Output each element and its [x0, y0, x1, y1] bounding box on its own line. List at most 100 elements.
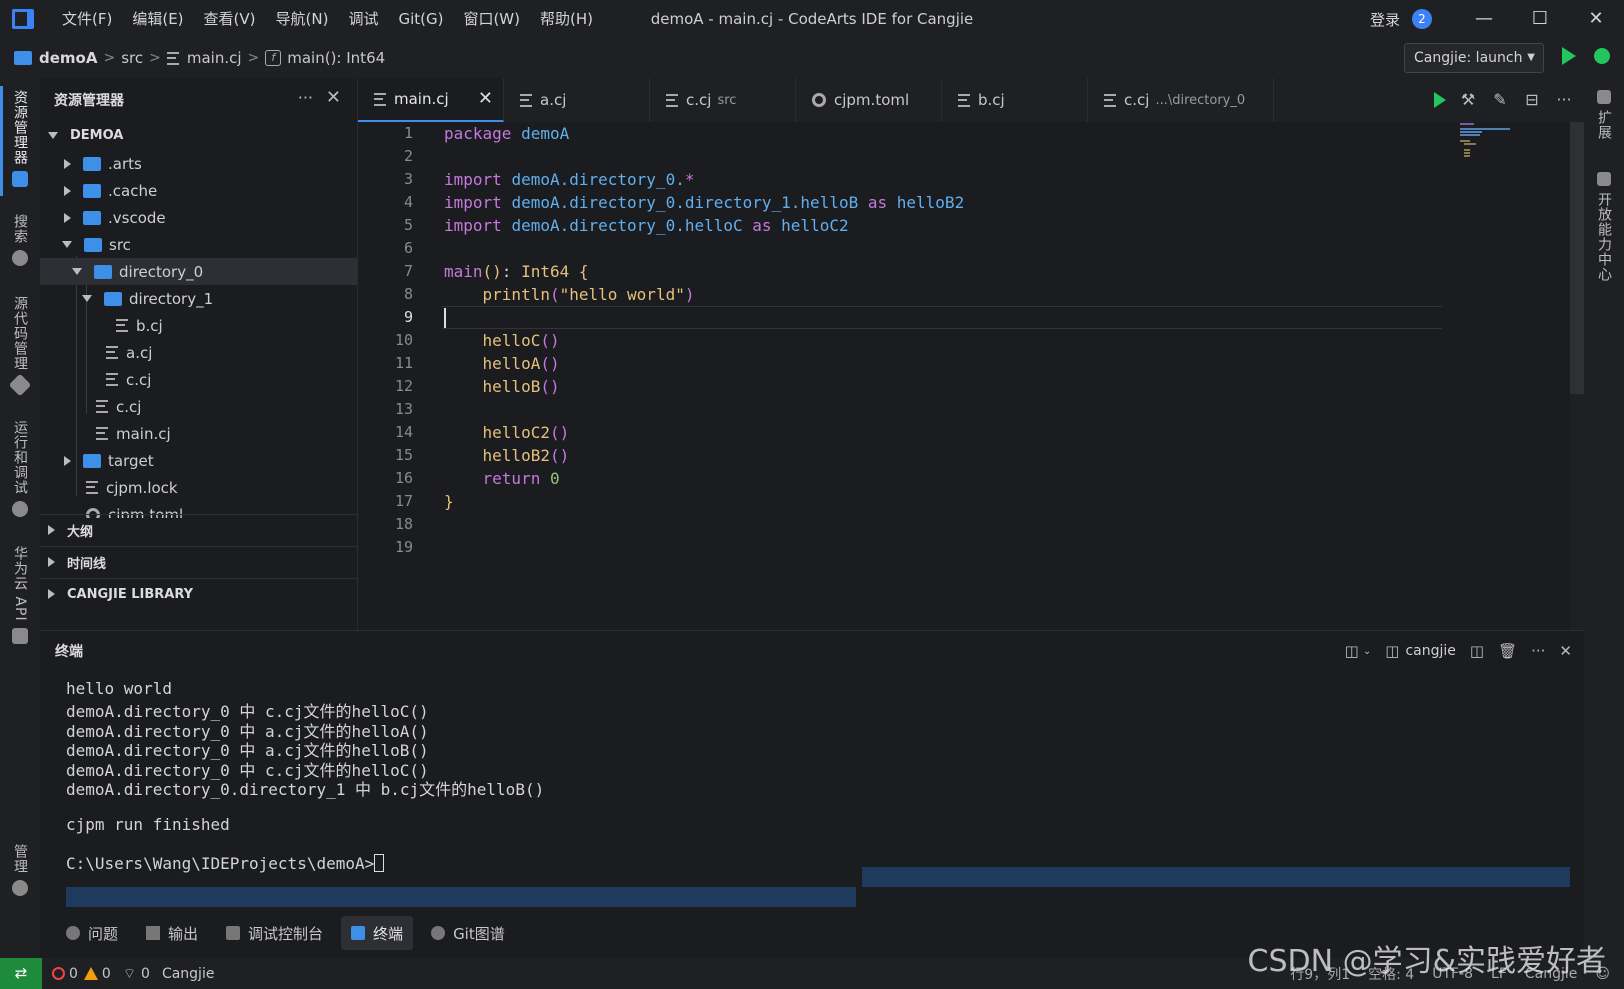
folder-open-icon	[94, 264, 112, 279]
line-number: 2	[403, 147, 413, 165]
problems-status[interactable]: 0 0	[52, 966, 111, 982]
breadcrumb-file[interactable]: main.cj	[166, 49, 242, 67]
close-tab-icon[interactable]: ✕	[478, 88, 493, 109]
tab-a-cj[interactable]: a.cj	[504, 78, 650, 122]
menu-debug[interactable]: 调试	[338, 0, 388, 38]
menu-view[interactable]: 查看(V)	[194, 0, 266, 38]
remote-icon[interactable]: ⇄	[0, 958, 42, 989]
tree-item-src[interactable]: src	[40, 231, 357, 258]
current-line-highlight	[442, 306, 1442, 329]
file-icon	[520, 93, 532, 107]
function-icon: f	[265, 50, 282, 66]
more-actions-icon[interactable]: ···	[1554, 91, 1574, 109]
tree-item-vscode[interactable]: .vscode	[40, 204, 357, 231]
line-number: 17	[394, 492, 413, 510]
tree-item-label: target	[108, 451, 154, 470]
tree-item-arts[interactable]: .arts	[40, 150, 357, 177]
terminal-output[interactable]: hello world demoA.directory_0 中 c.cj文件的h…	[66, 679, 1566, 909]
more-actions-icon[interactable]: ···	[298, 88, 313, 107]
code-editor[interactable]: 1 2 3 4 5 6 7 8 9 10 11 12 13 14 15 16 17 18 19 package de…	[358, 122, 1584, 630]
menu-edit[interactable]: 编辑(E)	[122, 0, 193, 38]
sidebar-header: 资源管理器 ··· ✕	[40, 78, 357, 122]
activity-huawei-api[interactable]: 华为云 API	[0, 546, 40, 644]
tree-item-c-cj[interactable]: c.cj	[40, 366, 357, 393]
activity-dev-center[interactable]: 开放能力中心	[1584, 172, 1624, 282]
menu-git[interactable]: Git(G)	[388, 0, 453, 38]
menu-navigate[interactable]: 导航(N)	[266, 0, 339, 38]
section-cangjie-library[interactable]: CANGJIE LIBRARY	[40, 578, 358, 609]
tree-item-label: .vscode	[108, 208, 166, 227]
editor-scrollbar[interactable]	[1570, 122, 1584, 630]
activity-scm[interactable]: 源代码管理	[0, 296, 40, 397]
code-line: helloB2()	[482, 446, 570, 465]
minimize-button[interactable]: —	[1456, 0, 1512, 38]
tree-item-main-cj[interactable]: main.cj	[40, 420, 357, 447]
section-outline[interactable]: 大纲	[40, 514, 358, 545]
tab-debug-console[interactable]: 调试控制台	[216, 916, 333, 950]
file-icon	[86, 481, 98, 494]
tab-sublabel: src	[717, 92, 737, 108]
split-editor-icon[interactable]: ⊟	[1522, 91, 1542, 109]
notification-badge[interactable]: 2	[1412, 9, 1432, 29]
ports-status[interactable]: ⌔ 0	[123, 965, 150, 983]
file-icon	[1104, 93, 1116, 107]
debug-icon[interactable]	[1594, 48, 1610, 64]
menu-help[interactable]: 帮助(H)	[530, 0, 603, 38]
editor-scrollbar-thumb[interactable]	[1570, 122, 1584, 394]
trash-icon[interactable]: 🗑	[1498, 642, 1517, 660]
breadcrumb-src[interactable]: src	[121, 49, 143, 67]
tab-git-graph[interactable]: Git图谱	[421, 916, 515, 950]
tab-output[interactable]: 输出	[136, 916, 208, 950]
tab-c-cj-directory-0[interactable]: c.cj ...\directory_0	[1088, 78, 1274, 122]
close-window-button[interactable]: ✕	[1568, 0, 1624, 38]
activity-manage[interactable]: 管理	[0, 844, 40, 896]
menu-window[interactable]: 窗口(W)	[453, 0, 530, 38]
menu-file[interactable]: 文件(F)	[52, 0, 122, 38]
language-status[interactable]: Cangjie	[162, 966, 215, 982]
tab-problems[interactable]: 问题	[56, 916, 128, 950]
tree-item-directory-0[interactable]: directory_0	[40, 258, 357, 285]
terminal-name[interactable]: cangjie	[1405, 643, 1455, 659]
tab-output-label: 输出	[168, 924, 199, 943]
tab-terminal[interactable]: 终端	[341, 916, 414, 950]
launch-config-select[interactable]: Cangjie: launch ▼	[1404, 43, 1544, 73]
maximize-button[interactable]: ☐	[1512, 0, 1568, 38]
chevron-right-icon: >	[149, 50, 161, 66]
tree-root-label: DEMOA	[70, 128, 124, 143]
breadcrumb-root[interactable]: demoA	[14, 49, 97, 67]
tab-main-cj[interactable]: main.cj ✕	[358, 78, 504, 122]
tree-root[interactable]: DEMOA	[40, 122, 357, 149]
run-file-icon[interactable]	[1434, 92, 1446, 108]
split-icon[interactable]: ◫	[1470, 642, 1484, 660]
run-icon[interactable]	[1562, 47, 1576, 65]
close-panel-icon[interactable]: ✕	[1559, 642, 1572, 660]
split-terminal-icon[interactable]: ◫	[1345, 642, 1359, 660]
tree-item-directory-1[interactable]: directory_1	[40, 285, 357, 312]
activity-extensions[interactable]: 扩展	[1584, 90, 1624, 140]
tree-item-target[interactable]: target	[40, 447, 357, 474]
build-icon[interactable]: ⚒	[1458, 91, 1478, 109]
chevron-down-icon[interactable]: ⌄	[1363, 646, 1371, 657]
tab-c-cj-src[interactable]: c.cj src	[650, 78, 796, 122]
tree-item-b-cj[interactable]: b.cj	[40, 312, 357, 339]
activity-search[interactable]: 搜索	[0, 214, 40, 266]
activity-run-debug[interactable]: 运行和调试	[0, 420, 40, 517]
tree-item-a-cj[interactable]: a.cj	[40, 339, 357, 366]
minimap[interactable]	[1460, 122, 1520, 162]
gear-icon	[12, 880, 28, 896]
section-timeline[interactable]: 时间线	[40, 546, 358, 577]
tab-b-cj[interactable]: b.cj	[942, 78, 1088, 122]
activity-explorer[interactable]: 资源管理器	[0, 86, 40, 196]
line-number: 6	[403, 239, 413, 257]
breadcrumb-symbol[interactable]: f main(): Int64	[265, 49, 385, 67]
tree-item-cache[interactable]: .cache	[40, 177, 357, 204]
login-button[interactable]: 登录	[1370, 9, 1400, 30]
launch-config-label: Cangjie: launch	[1414, 50, 1523, 66]
more-actions-icon[interactable]: ···	[1531, 642, 1545, 660]
warning-count: 0	[101, 965, 111, 982]
close-icon[interactable]: ✕	[326, 87, 341, 108]
tree-item-c-cj-src[interactable]: c.cj	[40, 393, 357, 420]
tree-item-cjpm-lock[interactable]: cjpm.lock	[40, 474, 357, 501]
edit-icon[interactable]: ✎	[1490, 91, 1510, 109]
tab-cjpm-toml[interactable]: cjpm.toml	[796, 78, 942, 122]
